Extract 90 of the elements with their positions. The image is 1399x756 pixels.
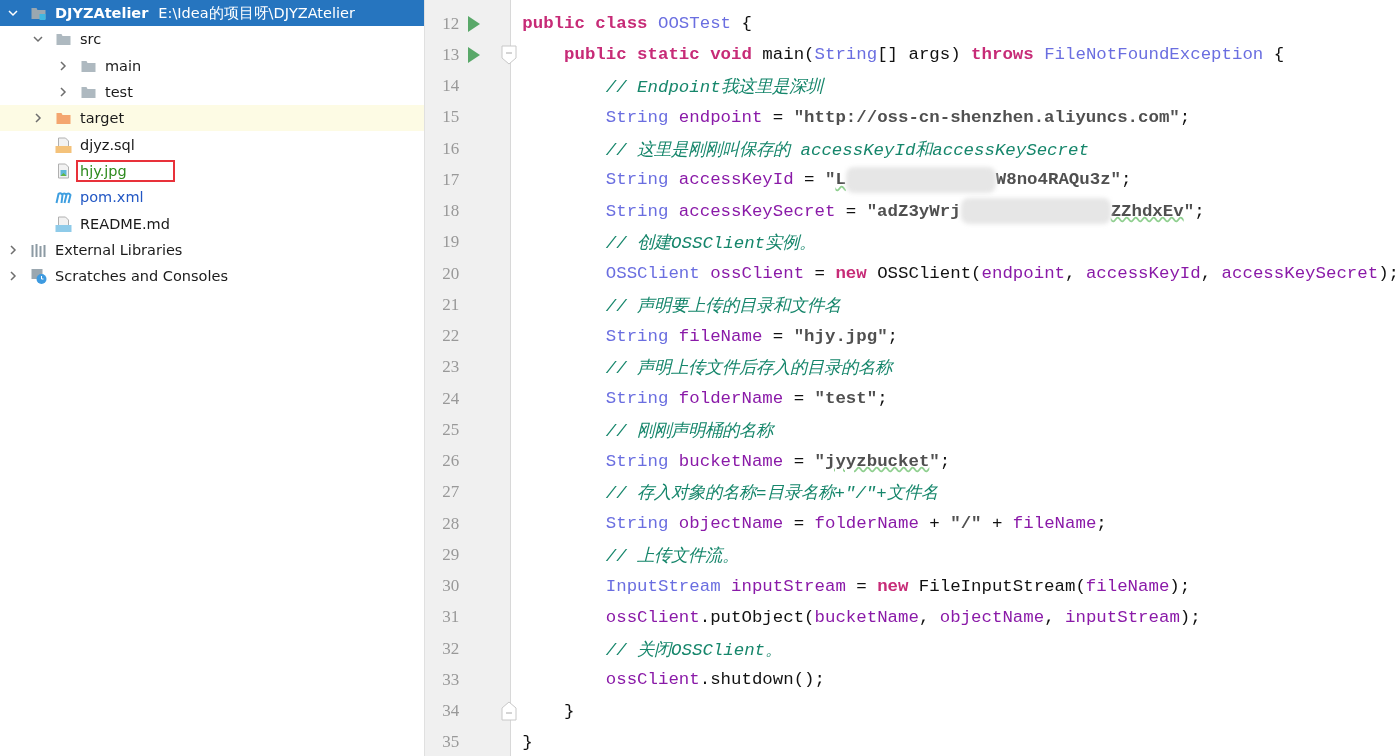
line-number: 21 <box>441 294 460 315</box>
code-line: String endpoint = "http://oss-cn-shenzhen.aliyuncs.com"; <box>604 106 1192 129</box>
line-number: 22 <box>441 326 460 347</box>
project-path: E:\Idea的项目呀\DJYZAtelier <box>158 3 355 23</box>
code-line: String accessKeySecret = "adZ3yWrj ZZhdxEv"; <box>522 195 1399 227</box>
chevron-right-icon[interactable] <box>58 60 68 71</box>
code-line: // 上传文件流。 <box>604 545 741 568</box>
tree-item[interactable]: src <box>0 26 425 53</box>
code-line: // 关闭OSSClient。 <box>604 639 783 662</box>
code-line: String fileName = "hjy.jpg"; <box>604 325 899 348</box>
module-folder-icon <box>30 5 47 22</box>
line-number: 18 <box>441 201 460 222</box>
line-number: 13 <box>441 44 460 65</box>
tree-item[interactable]: test <box>0 78 425 106</box>
tree-item[interactable]: External Libraries <box>0 236 425 263</box>
file-name: External Libraries <box>54 240 184 260</box>
run-icon[interactable] <box>467 14 482 33</box>
chevron-right-icon[interactable] <box>58 87 68 98</box>
line-number: 24 <box>441 388 460 409</box>
code-line: // 声明要上传的目录和文件名 <box>604 295 843 318</box>
chevron-down-icon[interactable] <box>8 8 18 19</box>
line-number: 25 <box>441 419 460 440</box>
line-number: 26 <box>441 451 460 472</box>
line-number: 19 <box>441 232 460 253</box>
chevron-right-icon[interactable] <box>8 244 18 255</box>
code-line: // 这里是刚刚叫保存的 accessKeyId和accessKeySecret <box>604 139 1090 162</box>
code-line: public class OOSTest { <box>522 13 753 36</box>
code-line: // 声明上传文件后存入的目录的名称 <box>604 357 895 381</box>
line-number: 32 <box>441 638 460 659</box>
file-name: target <box>79 109 126 129</box>
line-number: 35 <box>441 732 460 753</box>
tree-item[interactable]: README.md <box>0 210 425 237</box>
line-number: 16 <box>441 138 460 159</box>
line-number: 28 <box>441 513 460 534</box>
run-icon[interactable] <box>467 45 482 64</box>
code-line: ossClient.shutdown(); <box>604 669 826 692</box>
code-line: String folderName = "test"; <box>604 388 889 411</box>
file-name: Scratches and Consoles <box>54 267 229 287</box>
maven-m-icon <box>55 189 72 206</box>
code-line: // 创建OSSClient实例。 <box>604 232 817 256</box>
chevron-right-icon[interactable] <box>8 271 18 282</box>
libraries-icon <box>30 241 47 258</box>
code-line: } <box>522 731 534 754</box>
folder-icon <box>55 31 72 48</box>
folder-icon <box>55 110 72 127</box>
file-name: src <box>79 30 103 50</box>
code-line: InputStream inputStream = new FileInputStream(fileName); <box>604 575 1192 598</box>
code-line: } <box>563 700 576 723</box>
image-file-icon <box>55 162 72 179</box>
tree-item[interactable]: Scratches and Consoles <box>0 262 425 290</box>
project-name: DJYZAtelier <box>54 4 150 24</box>
tree-item[interactable]: main <box>0 52 425 79</box>
code-line: ossClient.putObject(bucketName, objectName, inputStream); <box>604 606 1202 629</box>
line-number: 34 <box>441 701 460 722</box>
line-number: 17 <box>441 169 460 190</box>
folder-icon <box>80 84 97 101</box>
code-line: String objectName = folderName + "/" + fileName; <box>604 513 1108 536</box>
line-number: 12 <box>441 13 460 34</box>
code-line: String bucketName = "jyyzbucket"; <box>604 450 952 473</box>
line-number: 33 <box>441 669 460 690</box>
markdown-file-icon <box>55 215 72 232</box>
code-line: // 存入对象的名称=目录名称+"/"+文件名 <box>604 482 939 506</box>
file-name: djyz.sql <box>79 135 136 155</box>
code-line: OSSClient ossClient = new OSSClient(endpoint, accessKeyId, accessKeySecret); <box>604 263 1399 286</box>
file-name: test <box>104 83 134 103</box>
line-number: 20 <box>441 263 460 284</box>
line-number: 29 <box>441 544 460 565</box>
file-name: main <box>104 56 143 76</box>
tree-item[interactable]: pom.xml <box>0 184 425 211</box>
line-number: 23 <box>441 357 460 378</box>
tree-item[interactable]: DJYZAtelier E:\Idea的项目呀\DJYZAtelier <box>0 0 425 27</box>
chevron-right-icon[interactable] <box>33 113 43 124</box>
sql-file-icon <box>55 136 72 153</box>
code-line: String accessKeyId = "L W8no4RAQu3z"; <box>522 164 1399 196</box>
line-number: 30 <box>441 576 460 597</box>
file-name: pom.xml <box>79 188 145 208</box>
chevron-down-icon[interactable] <box>33 34 43 45</box>
line-number: 31 <box>441 607 460 628</box>
code-line: public static void main(String[] args) throws FileNotFoundException { <box>563 44 1286 67</box>
highlighted-file-name: hjy.jpg <box>76 159 175 182</box>
scratches-icon <box>30 268 47 285</box>
line-number: 14 <box>441 76 460 97</box>
tree-item[interactable]: target <box>0 105 425 132</box>
line-number: 27 <box>441 482 460 503</box>
tree-item[interactable]: hjy.jpg <box>0 157 425 185</box>
line-number: 15 <box>441 107 460 128</box>
code-line: // 刚刚声明桶的名称 <box>604 420 776 443</box>
file-name: README.md <box>79 214 171 234</box>
code-line: // Endpoint我这里是深圳 <box>604 76 826 100</box>
tree-item[interactable]: djyz.sql <box>0 131 425 158</box>
